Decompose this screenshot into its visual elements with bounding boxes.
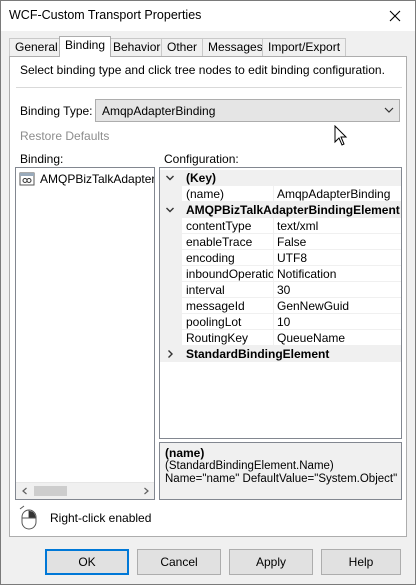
property-value[interactable]: 30 (277, 283, 290, 297)
category-label: StandardBindingElement (186, 347, 330, 361)
property-value[interactable]: GenNewGuid (277, 299, 349, 313)
property-name: encoding (186, 251, 235, 265)
property-row[interactable]: interval 30 (160, 282, 401, 298)
column-divider (273, 266, 274, 282)
tree-item-amqp-binding-element[interactable]: AMQPBizTalkAdapterBindingElement (19, 170, 155, 188)
property-value[interactable]: UTF8 (277, 251, 307, 265)
property-name: poolingLot (186, 315, 242, 329)
row-gutter (160, 314, 182, 330)
binding-type-select[interactable]: AmqpAdapterBinding (95, 99, 400, 122)
scroll-thumb[interactable] (34, 486, 67, 496)
description-line: (StandardBindingElement.Name) (165, 460, 334, 472)
property-name: contentType (186, 219, 252, 233)
property-row[interactable]: messageId GenNewGuid (160, 298, 401, 314)
row-gutter (160, 266, 182, 282)
separator (16, 87, 402, 88)
property-name: enableTrace (186, 235, 253, 249)
property-value[interactable]: AmqpAdapterBinding (277, 187, 390, 201)
binding-tree[interactable]: AMQPBizTalkAdapterBindingElement (15, 167, 155, 500)
row-gutter (160, 282, 182, 298)
chevron-right-icon (143, 487, 149, 495)
property-name: RoutingKey (186, 331, 249, 345)
tab-strip: General Binding Behavior Other Messages … (9, 36, 409, 57)
horizontal-scrollbar[interactable] (16, 482, 154, 499)
row-gutter (160, 330, 182, 346)
property-name: (name) (186, 187, 225, 201)
close-button[interactable] (381, 4, 409, 28)
chevron-right-icon[interactable] (165, 349, 175, 359)
category-row-standard[interactable]: StandardBindingElement (160, 346, 401, 362)
chevron-down-icon[interactable] (165, 173, 175, 183)
chevron-left-icon (21, 487, 27, 495)
close-icon (389, 10, 401, 22)
property-value[interactable]: False (277, 235, 306, 249)
description-title: (name) (165, 446, 205, 460)
property-value[interactable]: QueueName (277, 331, 345, 345)
category-label: (Key) (186, 171, 217, 185)
property-name: messageId (186, 299, 245, 313)
tab-other[interactable]: Other (161, 38, 204, 56)
scroll-left-button[interactable] (16, 483, 33, 499)
property-row[interactable]: inboundOperationType Notification (160, 266, 401, 282)
ok-button[interactable]: OK (45, 549, 129, 575)
column-divider (273, 282, 274, 298)
column-divider (273, 186, 274, 202)
property-value[interactable]: text/xml (277, 219, 318, 233)
category-row-key[interactable]: (Key) (160, 170, 401, 186)
binding-element-icon (19, 172, 35, 186)
chevron-down-icon (384, 107, 394, 113)
dialog-window: WCF-Custom Transport Properties General … (0, 0, 416, 585)
column-divider (273, 218, 274, 234)
property-value[interactable]: Notification (277, 267, 336, 281)
right-click-label: Right-click enabled (50, 511, 152, 525)
mouse-pointer-icon (334, 125, 348, 146)
column-divider (273, 234, 274, 250)
column-divider (273, 250, 274, 266)
scroll-right-button[interactable] (137, 483, 154, 499)
binding-label: Binding: (20, 152, 64, 166)
property-name: interval (186, 283, 225, 297)
row-gutter (160, 186, 182, 202)
property-row[interactable]: encoding UTF8 (160, 250, 401, 266)
configuration-label: Configuration: (164, 152, 239, 166)
title-bar: WCF-Custom Transport Properties (1, 1, 415, 31)
column-divider (273, 330, 274, 346)
property-value[interactable]: 10 (277, 315, 290, 329)
instruction-text: Select binding type and click tree nodes… (20, 63, 385, 77)
category-row-amqp[interactable]: AMQPBizTalkAdapterBindingElement (160, 202, 401, 218)
property-row[interactable]: enableTrace False (160, 234, 401, 250)
category-label: AMQPBizTalkAdapterBindingElement (186, 203, 400, 217)
binding-type-label: Binding Type: (20, 104, 93, 118)
window-title: WCF-Custom Transport Properties (9, 8, 202, 22)
property-grid[interactable]: (Key) (name) AmqpAdapterBinding AMQPBizT… (159, 167, 402, 439)
row-gutter (160, 218, 182, 234)
tab-binding[interactable]: Binding (59, 36, 112, 57)
help-button[interactable]: Help (321, 549, 401, 575)
column-divider (273, 298, 274, 314)
tree-item-label: AMQPBizTalkAdapterBindingElement (40, 172, 155, 186)
property-row[interactable]: contentType text/xml (160, 218, 401, 234)
tab-import-export[interactable]: Import/Export (262, 38, 347, 56)
row-gutter (160, 298, 182, 314)
binding-type-value: AmqpAdapterBinding (102, 104, 216, 118)
chevron-down-icon[interactable] (165, 205, 175, 215)
cancel-button[interactable]: Cancel (137, 549, 221, 575)
row-gutter (160, 234, 182, 250)
tab-messages[interactable]: Messages (202, 38, 269, 56)
description-line: Name="name" DefaultValue="System.Object"… (165, 473, 402, 485)
column-divider (273, 314, 274, 330)
row-gutter (160, 250, 182, 266)
property-row[interactable]: (name) AmqpAdapterBinding (160, 186, 401, 202)
property-row[interactable]: RoutingKey QueueName (160, 330, 401, 346)
property-description: (name) (StandardBindingElement.Name) Nam… (159, 442, 402, 500)
mouse-right-click-icon (19, 505, 37, 530)
tab-behavior[interactable]: Behavior (107, 38, 167, 56)
apply-button[interactable]: Apply (229, 549, 313, 575)
property-name: inboundOperationType (186, 267, 273, 281)
tab-general[interactable]: General (9, 38, 64, 56)
restore-defaults-button[interactable]: Restore Defaults (20, 129, 109, 143)
property-row[interactable]: poolingLot 10 (160, 314, 401, 330)
